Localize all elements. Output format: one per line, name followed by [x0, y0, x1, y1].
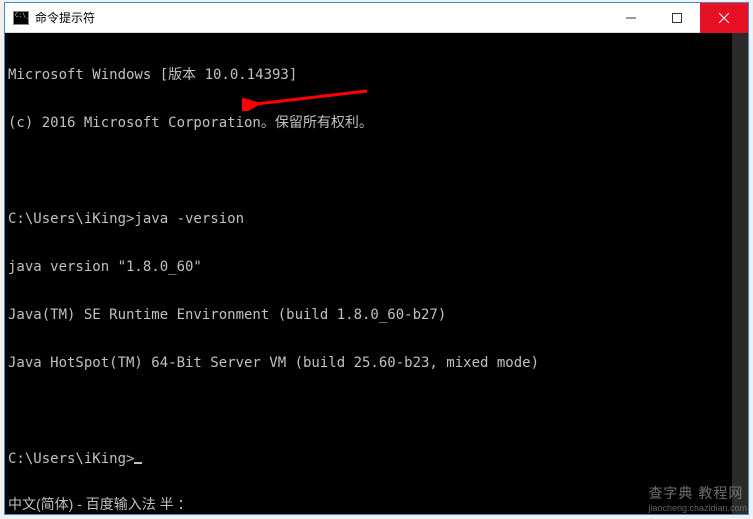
cmd-icon — [13, 11, 29, 25]
ime-status: 中文(简体) - 百度输入法 半 ： — [8, 496, 192, 512]
terminal-output[interactable]: Microsoft Windows [版本 10.0.14393] (c) 20… — [5, 33, 748, 514]
output-line: Java HotSpot(TM) 64-Bit Server VM (build… — [8, 355, 745, 371]
scrollbar[interactable] — [732, 33, 748, 514]
annotation-arrow-icon — [242, 87, 372, 111]
prompt-text: C:\Users\iKing> — [8, 451, 134, 467]
prompt-line: C:\Users\iKing> — [8, 451, 745, 467]
output-line: java version "1.8.0_60" — [8, 259, 745, 275]
cursor — [134, 462, 142, 464]
output-line — [8, 163, 745, 179]
output-line: (c) 2016 Microsoft Corporation。保留所有权利。 — [8, 115, 745, 131]
output-line — [8, 403, 745, 419]
command-line: C:\Users\iKing>java -version — [8, 211, 745, 227]
close-button[interactable] — [700, 3, 748, 33]
watermark: 查字典 教程网 jiaocheng.chazidian.com — [648, 483, 747, 513]
titlebar[interactable]: 命令提示符 — [5, 3, 748, 33]
window-controls — [608, 3, 748, 32]
output-line: Microsoft Windows [版本 10.0.14393] — [8, 67, 745, 83]
title-left: 命令提示符 — [5, 9, 608, 26]
window-title: 命令提示符 — [35, 9, 95, 26]
maximize-button[interactable] — [654, 3, 700, 33]
watermark-sub: jiaocheng.chazidian.com — [648, 503, 747, 513]
watermark-main: 查字典 教程网 — [648, 485, 743, 501]
command-prompt-window: 命令提示符 Microsoft Windows [版本 10.0.14393] … — [4, 2, 749, 515]
minimize-button[interactable] — [608, 3, 654, 33]
output-line: Java(TM) SE Runtime Environment (build 1… — [8, 307, 745, 323]
